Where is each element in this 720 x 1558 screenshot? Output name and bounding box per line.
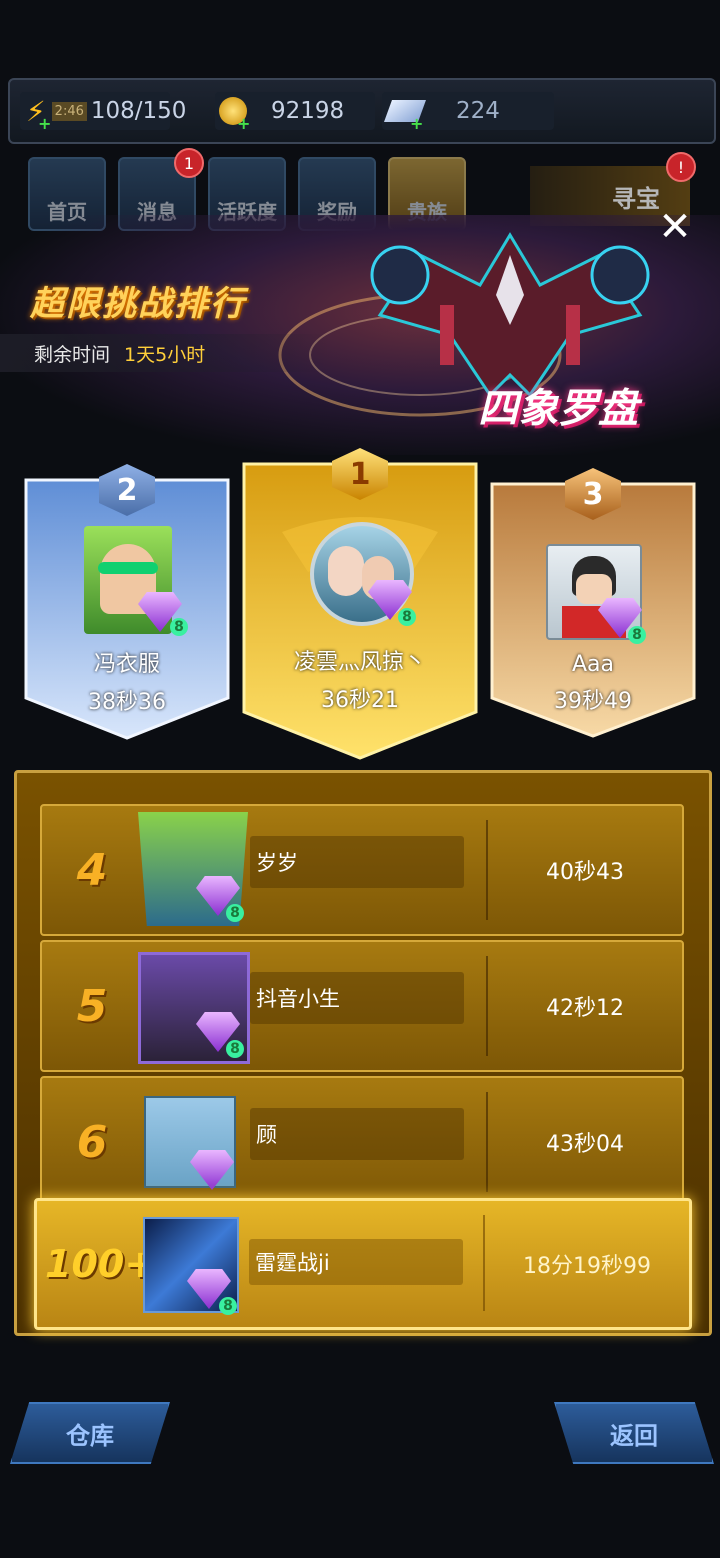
player-name: 岁岁: [256, 851, 298, 875]
remaining-time-label: 剩余时间: [34, 343, 111, 366]
player-time: 40秒43: [546, 860, 624, 885]
remaining-time-bar: 剩余时间 1天5小时: [0, 334, 330, 372]
coin-value: 92198: [271, 98, 345, 124]
vip-level: 8: [219, 1297, 237, 1315]
player-time: 38秒36: [88, 690, 166, 715]
plus-icon: +: [38, 114, 52, 133]
player-time: 36秒21: [321, 688, 399, 713]
close-icon[interactable]: ✕: [654, 206, 696, 248]
my-rank: 100+: [45, 1242, 157, 1286]
energy-display[interactable]: ⚡ + 2:46 108/150: [20, 92, 186, 133]
player-name: 凌雲灬风掠丶: [293, 650, 426, 675]
player-name: Aaa: [571, 652, 614, 677]
gem-display[interactable]: + 224: [382, 92, 554, 133]
rank-number: 5: [76, 980, 108, 1032]
remaining-time-value: 1天5小时: [124, 343, 206, 366]
player-time: 42秒12: [546, 996, 624, 1021]
energy-timer: 2:46: [51, 101, 87, 121]
energy-value: 108/150: [90, 98, 187, 124]
list-item[interactable]: 6 顾 43秒04: [40, 1076, 684, 1208]
vip-level: 8: [170, 618, 188, 636]
resource-bar: ⚡ + 2:46 108/150 + 92198 + 224: [8, 78, 716, 144]
rank-number: 3: [582, 476, 604, 512]
back-button[interactable]: 返回: [554, 1402, 714, 1464]
gem-value: 224: [456, 98, 500, 124]
list-item[interactable]: 5 8 抖音小生 42秒12: [40, 940, 684, 1072]
divider: [483, 1215, 485, 1311]
messages-badge: 1: [174, 148, 204, 178]
my-rank-row[interactable]: 100+ 8 雷霆战ji 18分19秒99: [34, 1198, 692, 1330]
treasure-label: 寻宝: [612, 184, 660, 213]
rank-number: 6: [76, 1116, 108, 1168]
vip-level: 8: [628, 626, 646, 644]
vip-level: 8: [398, 608, 416, 626]
ship-name: 四象罗盘: [478, 386, 638, 432]
plus-icon: +: [410, 114, 424, 133]
player-name: 雷霆战ji: [255, 1251, 330, 1275]
player-name: 顾: [256, 1123, 277, 1147]
plus-icon: +: [237, 114, 251, 133]
vip-level: 8: [226, 904, 244, 922]
podium-rank-1[interactable]: 1 8 凌雲灬风掠丶 36秒21: [242, 448, 478, 762]
warehouse-label: 仓库: [66, 1421, 114, 1450]
player-time: 43秒04: [546, 1132, 624, 1157]
list-item[interactable]: 4 8 岁岁 40秒43: [40, 804, 684, 936]
player-name: 抖音小生: [256, 987, 340, 1011]
event-title: 超限挑战排行: [30, 284, 246, 324]
player-time: 18分19秒99: [523, 1254, 651, 1279]
warehouse-button[interactable]: 仓库: [10, 1402, 170, 1464]
rank-number: 4: [76, 844, 108, 896]
rank-number: 1: [349, 456, 371, 492]
vip-level: 8: [226, 1040, 244, 1058]
coin-display[interactable]: + 92198: [215, 92, 375, 133]
rank-number: 2: [116, 472, 138, 508]
avatar: [310, 522, 414, 626]
podium-rank-3[interactable]: 3 8 Aaa 39秒49: [490, 468, 696, 738]
back-label: 返回: [610, 1421, 658, 1450]
player-time: 39秒49: [554, 689, 632, 714]
treasure-badge: !: [666, 152, 696, 182]
podium-rank-2[interactable]: 2 8 冯衣服 38秒36: [24, 464, 230, 740]
player-name: 冯衣服: [93, 652, 160, 677]
